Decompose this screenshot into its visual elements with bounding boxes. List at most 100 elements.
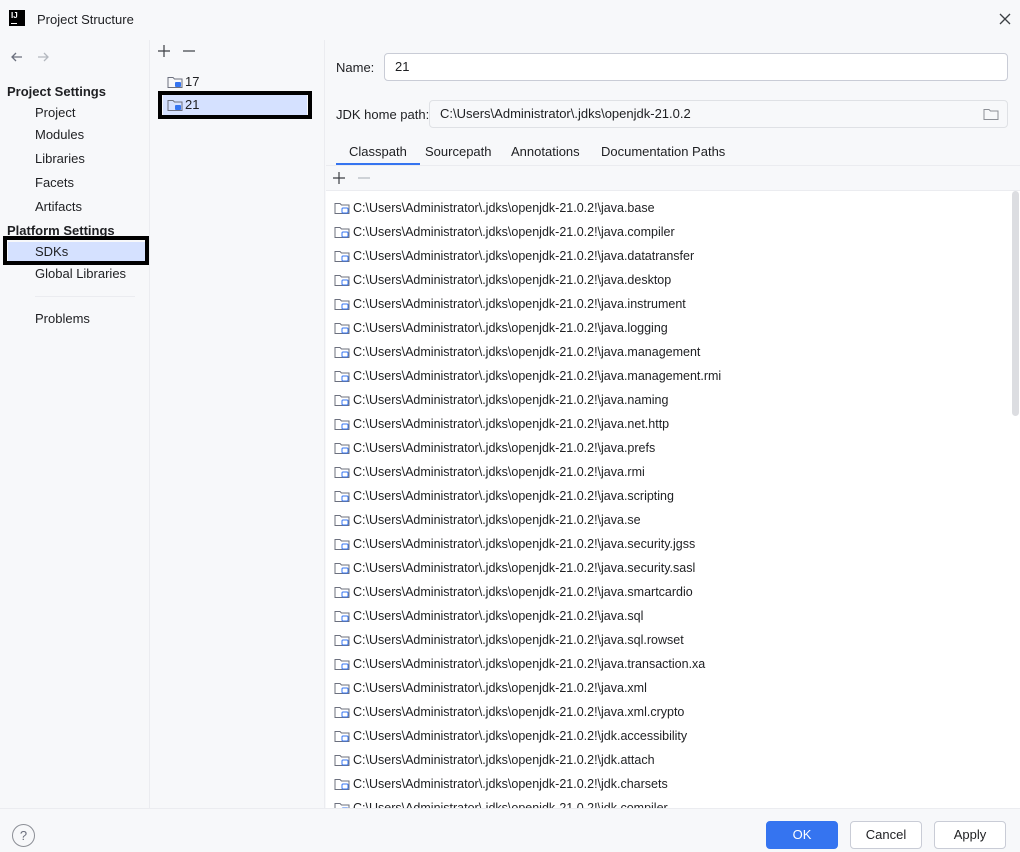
cancel-button[interactable]: Cancel [850,821,922,849]
classpath-row[interactable]: C:\Users\Administrator\.jdks\openjdk-21.… [334,532,695,556]
classpath-row[interactable]: C:\Users\Administrator\.jdks\openjdk-21.… [334,388,668,412]
folder-browse-icon[interactable] [983,107,999,121]
classpath-row[interactable]: C:\Users\Administrator\.jdks\openjdk-21.… [334,772,668,796]
tab-documentation-paths[interactable]: Documentation Paths [588,140,738,166]
nav-item-modules[interactable]: Modules [35,125,84,145]
tab-classpath[interactable]: Classpath [336,140,420,166]
minus-icon[interactable] [182,44,196,58]
classpath-entry: C:\Users\Administrator\.jdks\openjdk-21.… [353,321,668,335]
jdk-home-path-field[interactable]: C:\Users\Administrator\.jdks\openjdk-21.… [429,100,1008,128]
jdk-folder-icon [167,76,183,88]
classpath-entry: C:\Users\Administrator\.jdks\openjdk-21.… [353,561,696,575]
classpath-row[interactable]: C:\Users\Administrator\.jdks\openjdk-21.… [334,412,669,436]
nav-item-global-libraries[interactable]: Global Libraries [35,264,126,284]
module-folder-icon [334,754,350,766]
classpath-entry: C:\Users\Administrator\.jdks\openjdk-21.… [353,225,675,239]
sdk-item-17[interactable]: 17 [163,71,199,93]
nav-item-libraries[interactable]: Libraries [35,149,85,169]
classpath-row[interactable]: C:\Users\Administrator\.jdks\openjdk-21.… [334,796,668,808]
module-folder-icon [334,226,350,238]
classpath-entry: C:\Users\Administrator\.jdks\openjdk-21.… [353,753,655,767]
classpath-row[interactable]: C:\Users\Administrator\.jdks\openjdk-21.… [334,484,674,508]
nav-item-sdks[interactable]: SDKs [8,242,145,262]
module-folder-icon [334,394,350,406]
module-folder-icon [334,610,350,622]
nav-divider [35,296,135,297]
module-folder-icon [334,514,350,526]
classpath-row[interactable]: C:\Users\Administrator\.jdks\openjdk-21.… [334,580,693,604]
classpath-list[interactable]: C:\Users\Administrator\.jdks\openjdk-21.… [326,191,1020,808]
module-folder-icon [334,634,350,646]
arrow-right-icon[interactable] [36,50,50,64]
classpath-row[interactable]: C:\Users\Administrator\.jdks\openjdk-21.… [334,196,655,220]
classpath-entry: C:\Users\Administrator\.jdks\openjdk-21.… [353,657,706,671]
arrow-left-icon[interactable] [10,50,24,64]
classpath-row[interactable]: C:\Users\Administrator\.jdks\openjdk-21.… [334,724,687,748]
nav-item-facets[interactable]: Facets [35,173,74,193]
module-folder-icon [334,202,350,214]
classpath-row[interactable]: C:\Users\Administrator\.jdks\openjdk-21.… [334,340,700,364]
classpath-row[interactable]: C:\Users\Administrator\.jdks\openjdk-21.… [334,652,705,676]
name-label: Name: [336,60,375,75]
window-title: Project Structure [37,12,134,27]
tab-annotations[interactable]: Annotations [498,140,593,166]
classpath-row[interactable]: C:\Users\Administrator\.jdks\openjdk-21.… [334,700,684,724]
sdk-list-pane: 17 21 [151,40,325,808]
help-icon[interactable]: ? [12,824,35,847]
classpath-entry: C:\Users\Administrator\.jdks\openjdk-21.… [353,417,670,431]
module-folder-icon [334,250,350,262]
jdk-folder-icon [167,99,183,111]
module-folder-icon [334,346,350,358]
classpath-row[interactable]: C:\Users\Administrator\.jdks\openjdk-21.… [334,676,647,700]
classpath-entry: C:\Users\Administrator\.jdks\openjdk-21.… [353,585,693,599]
classpath-entry: C:\Users\Administrator\.jdks\openjdk-21.… [353,801,668,808]
name-field[interactable]: 21 [384,53,1008,81]
classpath-row[interactable]: C:\Users\Administrator\.jdks\openjdk-21.… [334,460,645,484]
ok-button[interactable]: OK [766,821,838,849]
classpath-entry: C:\Users\Administrator\.jdks\openjdk-21.… [353,297,686,311]
module-folder-icon [334,538,350,550]
minus-icon[interactable] [357,171,371,185]
apply-button[interactable]: Apply [934,821,1006,849]
tab-sourcepath[interactable]: Sourcepath [412,140,505,166]
close-icon[interactable] [996,10,1014,28]
dialog-footer: ? OK Cancel Apply [0,808,1020,852]
nav-item-project[interactable]: Project [35,103,75,123]
classpath-row[interactable]: C:\Users\Administrator\.jdks\openjdk-21.… [334,364,721,388]
module-folder-icon [334,562,350,574]
classpath-row[interactable]: C:\Users\Administrator\.jdks\openjdk-21.… [334,436,655,460]
module-folder-icon [334,298,350,310]
classpath-entry: C:\Users\Administrator\.jdks\openjdk-21.… [353,729,688,743]
classpath-row[interactable]: C:\Users\Administrator\.jdks\openjdk-21.… [334,556,695,580]
module-folder-icon [334,442,350,454]
classpath-scrollbar[interactable] [1012,191,1019,416]
sdk-item-21[interactable]: 21 [163,94,307,116]
classpath-row[interactable]: C:\Users\Administrator\.jdks\openjdk-21.… [334,268,671,292]
classpath-row[interactable]: C:\Users\Administrator\.jdks\openjdk-21.… [334,604,643,628]
classpath-row[interactable]: C:\Users\Administrator\.jdks\openjdk-21.… [334,292,686,316]
classpath-row[interactable]: C:\Users\Administrator\.jdks\openjdk-21.… [334,508,641,532]
nav-item-artifacts[interactable]: Artifacts [35,197,82,217]
classpath-entry: C:\Users\Administrator\.jdks\openjdk-21.… [353,465,645,479]
classpath-entry: C:\Users\Administrator\.jdks\openjdk-21.… [353,249,695,263]
classpath-entry: C:\Users\Administrator\.jdks\openjdk-21.… [353,705,685,719]
classpath-row[interactable]: C:\Users\Administrator\.jdks\openjdk-21.… [334,748,655,772]
classpath-entry: C:\Users\Administrator\.jdks\openjdk-21.… [353,513,641,527]
classpath-entry: C:\Users\Administrator\.jdks\openjdk-21.… [353,777,668,791]
nav-item-problems[interactable]: Problems [35,309,90,329]
module-folder-icon [334,322,350,334]
classpath-row[interactable]: C:\Users\Administrator\.jdks\openjdk-21.… [334,244,694,268]
plus-icon[interactable] [332,171,346,185]
classpath-entry: C:\Users\Administrator\.jdks\openjdk-21.… [353,609,644,623]
sdk-details-pane: Name: 21 JDK home path: C:\Users\Adminis… [326,40,1020,808]
module-folder-icon [334,418,350,430]
classpath-row[interactable]: C:\Users\Administrator\.jdks\openjdk-21.… [334,316,668,340]
jdk-home-path-value: C:\Users\Administrator\.jdks\openjdk-21.… [440,106,691,121]
classpath-row[interactable]: C:\Users\Administrator\.jdks\openjdk-21.… [334,628,684,652]
plus-icon[interactable] [157,44,171,58]
module-folder-icon [334,778,350,790]
module-folder-icon [334,490,350,502]
module-folder-icon [334,586,350,598]
classpath-row[interactable]: C:\Users\Administrator\.jdks\openjdk-21.… [334,220,675,244]
module-folder-icon [334,730,350,742]
